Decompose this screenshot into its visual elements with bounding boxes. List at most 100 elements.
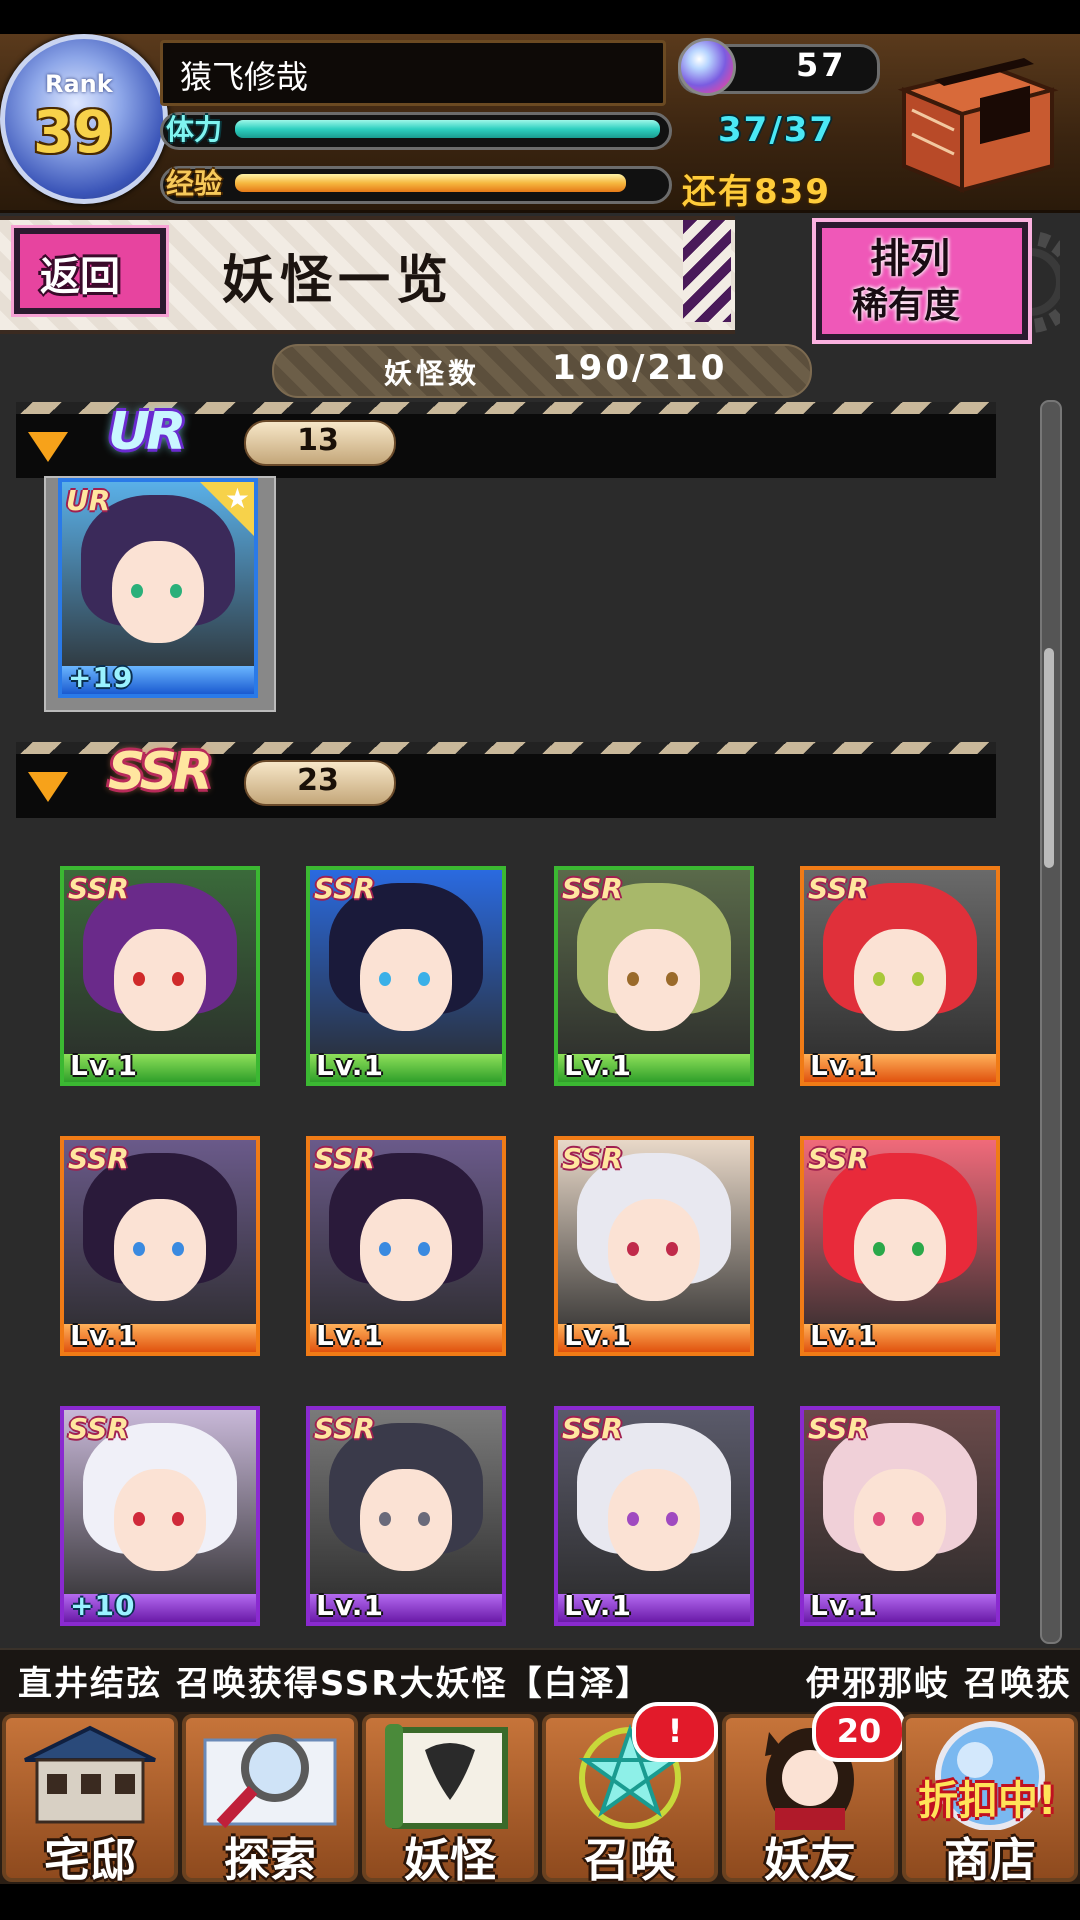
rarity-badge: SSR [68,872,129,905]
portrait-eye [171,971,184,986]
monster-card[interactable]: SSR Lv.1 [60,1136,260,1356]
rarity-badge: SSR [808,1142,869,1175]
stamina-label: 体力 [166,113,223,146]
portrait-eye [379,1241,392,1256]
rarity-badge: SSR [562,1412,623,1445]
monster-count-value: 190/210 [552,348,728,388]
treasure-chest-icon[interactable] [884,50,1062,200]
rarity-badge: SSR [68,1412,129,1445]
monster-count-bar [272,344,812,398]
portrait-face [853,1469,947,1572]
scrollbar-track[interactable] [1040,400,1062,1644]
portrait-eye [171,1511,184,1526]
monster-card[interactable]: SSR Lv.1 [306,866,506,1086]
card-level: Lv.1 [316,1049,384,1082]
portrait-face [853,1199,947,1302]
scrollbar-thumb[interactable] [1044,648,1054,868]
portrait-eye [873,1511,886,1526]
portrait-face [607,1199,701,1302]
nav-label: 妖友 [764,1833,856,1887]
portrait-eye [627,1511,640,1526]
card-level: Lv.1 [564,1049,632,1082]
portrait-eye [665,1511,678,1526]
monster-card[interactable]: SSR Lv.1 [800,1406,1000,1626]
portrait-face [113,929,207,1032]
monster-card[interactable]: SSR Lv.1 [554,1406,754,1626]
exp-remaining: 还有839 [682,172,831,212]
status-bar [0,0,1080,34]
card-level: Lv.1 [316,1589,384,1622]
rarity-badge: UR [66,484,111,517]
rarity-badge: SSR [562,1142,623,1175]
monster-card[interactable]: SSR Lv.1 [554,1136,754,1356]
portrait-eye [131,583,144,598]
card-level: +10 [70,1589,136,1622]
card-level: Lv.1 [564,1319,632,1352]
portrait-eye [911,1511,924,1526]
portrait-eye [133,971,146,986]
portrait-face [359,1199,453,1302]
notification-badge: ! [632,1702,718,1762]
ticker-message: 伊邪那岐 召唤获 [806,1664,1072,1704]
monster-card[interactable]: SSR Lv.1 [800,1136,1000,1356]
rarity-badge: SSR [808,1412,869,1445]
magnifier-map-icon [195,1720,345,1834]
nav-label: 宅邸 [44,1833,136,1887]
portrait-eye [873,1241,886,1256]
exp-label: 经验 [166,167,223,200]
section-count: 23 [297,763,339,798]
orb-icon [678,38,736,96]
monster-card[interactable]: SSR Lv.1 [306,1136,506,1356]
portrait-eye [171,1241,184,1256]
card-level: +19 [68,661,134,694]
portrait-eye [911,971,924,986]
nav-label: 召唤 [584,1833,676,1887]
nav-label: 妖怪 [404,1833,496,1887]
page-title: 妖怪一览 [222,251,455,311]
portrait-eye [627,1241,640,1256]
rarity-logo-ssr: SSR [108,742,213,802]
portrait-face [111,541,205,644]
card-level: Lv.1 [70,1319,138,1352]
nav-label: 商店 [944,1833,1036,1887]
monster-card[interactable]: SSR Lv.1 [60,866,260,1086]
scroll-icon [375,1720,525,1834]
portrait-eye [417,971,430,986]
portrait-eye [665,1241,678,1256]
rarity-badge: SSR [808,872,869,905]
portrait-eye [873,971,886,986]
card-level: Lv.1 [810,1049,878,1082]
collapse-arrow-icon[interactable] [28,772,68,802]
section-count: 13 [297,423,339,458]
rank-label: Rank [45,70,113,98]
card-level: Lv.1 [564,1589,632,1622]
orb-count: 57 [796,46,847,84]
rarity-badge: SSR [314,872,375,905]
monster-card[interactable]: SSR +10 [60,1406,260,1626]
rarity-badge: SSR [68,1142,129,1175]
portrait-eye [665,971,678,986]
portrait-eye [627,971,640,986]
card-level: Lv.1 [810,1319,878,1352]
monster-card[interactable]: SSR Lv.1 [554,866,754,1086]
monster-card[interactable]: SSR Lv.1 [800,866,1000,1086]
mansion-icon [15,1720,165,1834]
collapse-arrow-icon[interactable] [28,432,68,462]
ticker-message: 直井结弦 召唤获得SSR大妖怪【白泽】 [18,1664,652,1704]
monster-card[interactable]: UR +19 ★ [58,478,258,698]
portrait-eye [133,1511,146,1526]
back-button-label: 返回 [40,254,120,300]
rarity-badge: SSR [562,872,623,905]
monster-card[interactable]: SSR Lv.1 [306,1406,506,1626]
rarity-badge: SSR [314,1142,375,1175]
rarity-badge: SSR [314,1412,375,1445]
portrait-face [359,929,453,1032]
portrait-face [853,929,947,1032]
player-name: 猿飞修哉 [180,58,309,96]
portrait-face [607,929,701,1032]
notification-badge: 20 [812,1702,906,1762]
portrait-eye [379,971,392,986]
portrait-eye [417,1241,430,1256]
rank-number: 39 [33,98,114,166]
card-level: Lv.1 [810,1589,878,1622]
